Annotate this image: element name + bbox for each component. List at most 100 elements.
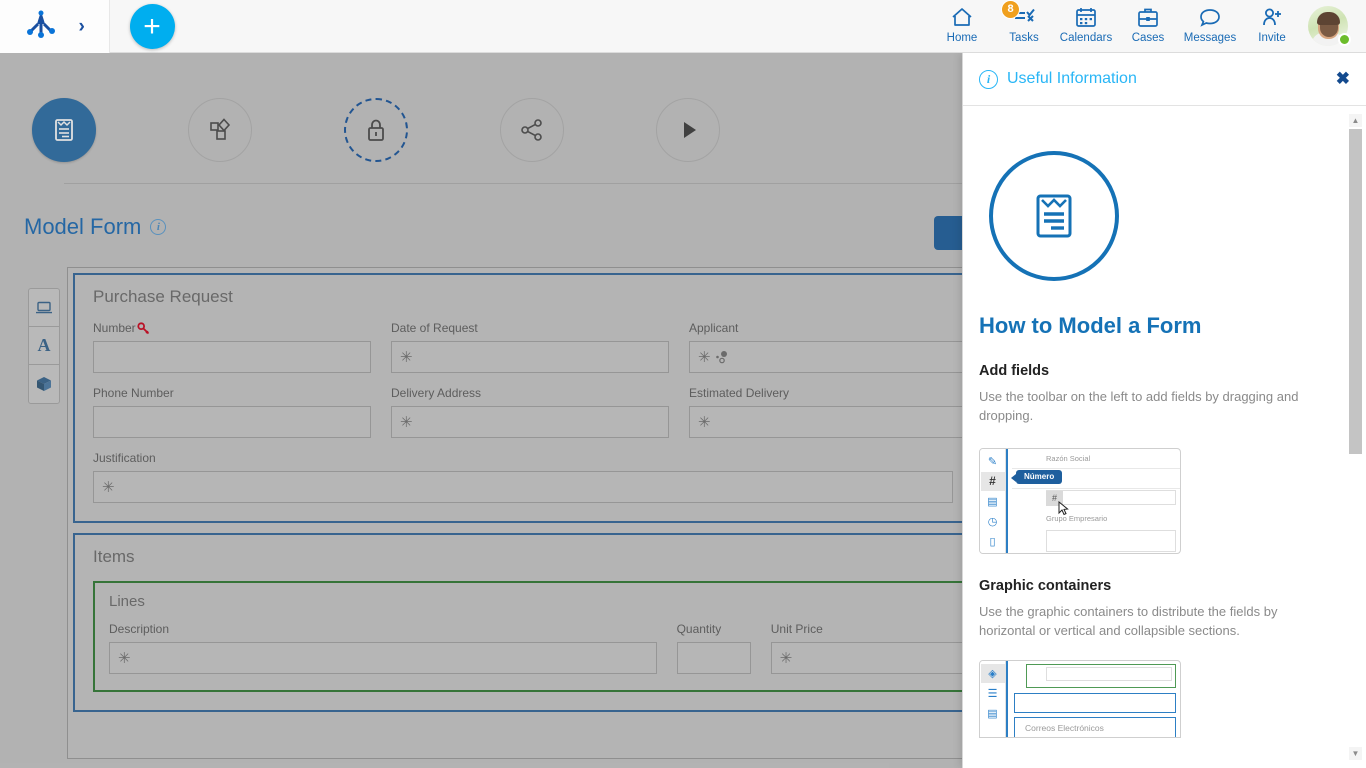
tasks-badge: 8 <box>1001 0 1020 19</box>
online-status-indicator <box>1338 33 1351 46</box>
step-run[interactable] <box>656 98 720 162</box>
panel-scrollbar-thumb[interactable] <box>1349 129 1362 454</box>
nav-label-invite: Invite <box>1258 32 1286 44</box>
field-label: Quantity <box>677 622 751 636</box>
subsection-lines[interactable]: Lines Description ✳ Quantity Unit Price … <box>93 581 1051 692</box>
panel-header: i Useful Information ✖ <box>963 53 1366 106</box>
containers-icon[interactable] <box>29 365 59 403</box>
file-icon: ▯ <box>981 532 1005 551</box>
step-form[interactable] <box>32 98 96 162</box>
edit-icon: ✎ <box>981 452 1005 471</box>
illustration-row-label-2: Grupo Empresario <box>1012 509 1180 529</box>
scroll-up-arrow-icon[interactable]: ▲ <box>1349 114 1362 127</box>
field-number[interactable]: Number <box>93 321 371 373</box>
page-info-icon[interactable]: i <box>150 219 166 235</box>
illustration-blue-container-2: Correos Electrónicos <box>1014 717 1176 738</box>
text-icon[interactable]: A <box>29 327 59 365</box>
field-input[interactable] <box>93 406 371 438</box>
calendar-icon: ▤ <box>981 492 1005 511</box>
panel-heading: How to Model a Form <box>979 313 1336 339</box>
nav-item-invite[interactable]: Invite <box>1242 4 1302 49</box>
nav-items: Home 8 Tasks <box>932 4 1366 49</box>
nav-item-messages[interactable]: Messages <box>1180 4 1240 49</box>
illustration-graphic-containers: ◈ ☰ ▤ Correos Electrónicos <box>979 660 1181 738</box>
field-row: Description ✳ Quantity Unit Price ✳ <box>109 622 1035 674</box>
required-asterisk-icon: ✳ <box>102 480 115 495</box>
field-label: Applicant <box>689 321 967 335</box>
field-applicant[interactable]: Applicant ✳ <box>689 321 967 373</box>
section-title: Items <box>93 547 1051 567</box>
required-asterisk-icon: ✳ <box>780 651 793 666</box>
add-new-button[interactable]: + <box>130 4 175 49</box>
invite-person-icon <box>1260 4 1284 30</box>
field-label: Number <box>93 321 371 335</box>
field-label: Date of Request <box>391 321 669 335</box>
required-asterisk-icon: ✳ <box>118 651 131 666</box>
nav-item-cases[interactable]: Cases <box>1118 4 1178 49</box>
field-input[interactable]: ✳ <box>689 341 967 373</box>
field-date-of-request[interactable]: Date of Request ✳ <box>391 321 669 373</box>
app-root: › + Home 8 <box>0 0 1366 768</box>
illustration-add-fields: ✎ # ▤ ◷ ▯ Razón Social Grupo Empresario … <box>979 448 1181 554</box>
close-icon[interactable]: ✖ <box>1336 69 1350 89</box>
section-purchase-request[interactable]: Purchase Request Number Date of Reques <box>73 273 1071 523</box>
share-nodes-icon <box>517 115 547 145</box>
field-row: Number Date of Request ✳ Applicant <box>93 321 1051 373</box>
nav-item-home[interactable]: Home <box>932 4 992 49</box>
nav-label-home: Home <box>947 32 978 44</box>
steps-connector-line <box>64 183 1094 184</box>
page-title-row: Model Form i <box>24 214 166 240</box>
nav-label-tasks: Tasks <box>1009 32 1038 44</box>
expand-sidebar-chevron-icon[interactable]: › <box>78 17 84 36</box>
scroll-down-arrow-icon[interactable]: ▼ <box>1349 747 1362 760</box>
field-label: Description <box>109 622 657 636</box>
nav-item-tasks[interactable]: 8 Tasks <box>994 4 1054 49</box>
section-items[interactable]: Items Lines Description ✳ Quantity Unit … <box>73 533 1071 712</box>
field-row: Justification ✳ <box>93 451 1051 503</box>
field-input[interactable]: ✳ <box>93 471 953 503</box>
folder-icon: ▤ <box>981 704 1005 723</box>
info-icon: i <box>979 70 998 89</box>
panel-scroll-content: How to Model a Form Add fields Use the t… <box>979 106 1350 768</box>
field-input[interactable]: ✳ <box>391 406 669 438</box>
add-button-zone: + <box>110 4 194 49</box>
step-integration[interactable] <box>500 98 564 162</box>
useful-information-panel: i Useful Information ✖ How to Model a Fo… <box>962 53 1366 768</box>
lock-icon <box>361 115 391 145</box>
field-quantity[interactable]: Quantity <box>677 622 751 674</box>
page-title: Model Form <box>24 214 141 240</box>
form-clipboard-icon <box>1023 185 1085 247</box>
hero-form-icon-circle <box>989 151 1119 281</box>
person-picker-icon <box>715 350 729 364</box>
avatar[interactable] <box>1304 6 1352 49</box>
field-input[interactable]: ✳ <box>689 406 967 438</box>
illustration-toolbar-2: ◈ ☰ ▤ <box>980 661 1006 737</box>
top-navigation-bar: › + Home 8 <box>0 0 1366 53</box>
field-input[interactable]: ✳ <box>391 341 669 373</box>
field-input[interactable] <box>93 341 371 373</box>
field-estimated-delivery[interactable]: Estimated Delivery ✳ <box>689 386 967 438</box>
illustration-green-container <box>1026 664 1176 688</box>
field-delivery-address[interactable]: Delivery Address ✳ <box>391 386 669 438</box>
field-description[interactable]: Description ✳ <box>109 622 657 674</box>
required-asterisk-icon: ✳ <box>400 350 413 365</box>
step-process[interactable] <box>188 98 252 162</box>
clock-icon: ◷ <box>981 512 1005 531</box>
bizagi-logo[interactable] <box>24 7 58 46</box>
panel-subheading-graphic-containers: Graphic containers <box>979 578 1336 594</box>
shapes-icon <box>205 115 235 145</box>
cube-icon: ◈ <box>981 664 1005 683</box>
field-phone-number[interactable]: Phone Number <box>93 386 371 438</box>
field-input[interactable] <box>677 642 751 674</box>
step-security[interactable] <box>344 98 408 162</box>
controls-icon[interactable] <box>29 289 59 327</box>
message-bubble-icon <box>1198 4 1222 30</box>
form-designer-toolbar: A <box>28 288 60 404</box>
home-icon <box>950 4 974 30</box>
field-justification[interactable]: Justification ✳ <box>93 451 953 503</box>
drag-tag-label: Número <box>1016 470 1062 484</box>
field-row: Phone Number Delivery Address ✳ Estimate… <box>93 386 1051 438</box>
field-input[interactable]: ✳ <box>109 642 657 674</box>
nav-item-calendars[interactable]: Calendars <box>1056 4 1116 49</box>
field-label: Phone Number <box>93 386 371 400</box>
